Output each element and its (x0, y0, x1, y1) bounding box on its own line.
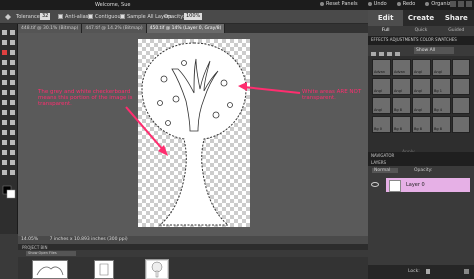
tab-document-447[interactable]: 447.tif @ 14.2% (Bitmap) (82, 24, 147, 33)
effects-panel-tabs[interactable]: EFFECTS ADJUSTMENTS COLOR SWATCHES (368, 36, 474, 45)
effect-thumb[interactable] (452, 97, 470, 114)
lock-icon[interactable] (426, 269, 430, 274)
effect-thumb[interactable]: Advan (372, 59, 391, 76)
reset-panels-button[interactable]: Reset Panels (320, 1, 358, 7)
effect-thumb[interactable]: Angl (412, 59, 431, 76)
document-tabs: 448.tif @ 30.1% (Bitmap) 447.tif @ 14.2%… (18, 24, 368, 33)
navigator-panel-header[interactable]: NAVIGATOR (368, 152, 474, 159)
opacity-field: 100% (184, 13, 203, 20)
effects-filter-select[interactable]: Show All (414, 47, 454, 54)
redo-icon (396, 2, 401, 6)
effect-thumb[interactable]: Angl (372, 78, 391, 95)
welcome-text: Welcome, Sue (95, 2, 131, 8)
show-files-select[interactable]: Show Open Files (26, 251, 76, 256)
redo-button[interactable]: Redo (396, 1, 415, 7)
maximize-icon[interactable] (458, 1, 464, 7)
submode-guided[interactable]: Guided (439, 26, 474, 36)
effect-thumb[interactable]: Angl (432, 59, 451, 76)
undo-icon (367, 2, 372, 6)
thumbnail-447[interactable] (94, 260, 114, 279)
effect-thumb[interactable]: Angl (392, 78, 411, 95)
tab-edit[interactable]: Edit (368, 10, 404, 26)
submode-full[interactable]: Full (368, 26, 403, 36)
tool-options-bar: Tolerance: 32 Anti-alias Contiguous Samp… (0, 10, 368, 24)
checkbox-icon (120, 14, 125, 19)
submode-quick[interactable]: Quick (403, 26, 438, 36)
organizer-icon (425, 2, 430, 6)
layer-opacity-label: Opacity: (414, 168, 433, 173)
eye-icon[interactable] (371, 182, 379, 187)
minimize-icon[interactable] (450, 1, 456, 7)
menu-bar: Welcome, Sue Reset Panels Undo Redo Orga… (0, 0, 474, 10)
checkbox-icon (88, 14, 93, 19)
annotation-arrows (125, 82, 301, 156)
project-bin-options: Show Open Files (18, 250, 368, 257)
effects-grid: Advan Advan Angl Angl Angl Angl Angl Bg … (368, 56, 474, 152)
tab-document-450[interactable]: 450.tif @ 14% (Layer 0, Gray/8) (146, 24, 226, 33)
layers-options: Normal Opacity: (368, 166, 474, 176)
tab-document-448[interactable]: 448.tif @ 30.1% (Bitmap) (18, 24, 83, 33)
photoshop-elements-window: Welcome, Sue Reset Panels Undo Redo Orga… (0, 0, 474, 279)
effect-thumb[interactable]: Bg 1 (432, 78, 451, 95)
lock-label: Lock: (408, 269, 420, 274)
close-icon[interactable] (466, 1, 472, 7)
zoom-level[interactable]: 14.05% (21, 237, 38, 242)
undo-button[interactable]: Undo (367, 1, 387, 7)
toolbox (0, 24, 18, 234)
effect-thumb[interactable]: Bg 0 (372, 116, 391, 133)
tolerance-label: Tolerance: (16, 14, 42, 20)
effect-thumb[interactable]: Bg 8 (392, 116, 411, 133)
project-bin (18, 257, 368, 279)
effect-thumb[interactable]: Advan (392, 59, 411, 76)
white-area-annotation: White areas ARE NOT transparent. (302, 89, 362, 101)
paint-bucket-tool-icon[interactable] (4, 13, 12, 23)
thumbnail-450-selected[interactable] (145, 259, 169, 279)
layer-selected-bg: Layer 0 (386, 178, 470, 192)
thumbnail-448[interactable] (32, 260, 68, 279)
reset-icon (320, 2, 324, 6)
tab-create[interactable]: Create (403, 10, 438, 26)
checkerboard-annotation: The grey and white checkerboard means th… (38, 89, 133, 107)
effect-thumb[interactable]: Bg 8 (432, 116, 451, 133)
effect-thumb[interactable] (452, 78, 470, 95)
contiguous-checkbox[interactable]: Contiguous (88, 14, 123, 20)
anti-alias-checkbox[interactable]: Anti-alias (58, 14, 88, 20)
layers-panel-header[interactable]: LAYERS (368, 159, 474, 166)
effect-thumb[interactable] (452, 116, 470, 133)
opacity-label: Opacity: (164, 14, 185, 20)
layer-thumbnail (389, 180, 401, 192)
edit-submodes: Full Quick Guided (368, 26, 474, 36)
effect-thumb[interactable]: Angl (372, 97, 391, 114)
trash-icon[interactable] (464, 269, 469, 274)
document-size: 7 inches x 10.893 inches (300 ppi) (49, 237, 128, 242)
effect-thumb[interactable]: Angl (412, 78, 431, 95)
canvas-workspace[interactable]: The grey and white checkerboard means th… (18, 33, 368, 236)
tab-share[interactable]: Share (439, 10, 474, 26)
effect-thumb[interactable]: Bg 8 (392, 97, 411, 114)
layer-row[interactable]: Layer 0 (368, 177, 474, 193)
layers-list-empty (368, 193, 474, 265)
effect-thumb[interactable] (452, 59, 470, 76)
checkbox-icon (58, 14, 63, 19)
status-bar: 14.05% 7 inches x 10.893 inches (300 ppi… (18, 236, 368, 244)
window-controls (450, 1, 472, 7)
menubar-actions: Reset Panels Undo Redo Organizer (320, 1, 456, 7)
tolerance-field: 32 (40, 13, 51, 20)
effect-thumb[interactable]: Bg 4 (432, 97, 451, 114)
effect-thumb[interactable]: Angl (412, 97, 431, 114)
blend-mode-select[interactable]: Normal (372, 168, 399, 173)
layers-bottom-bar: Lock: (368, 265, 474, 279)
layer-name: Layer 0 (406, 182, 425, 188)
effect-thumb[interactable]: Bg 8 (412, 116, 431, 133)
mode-tabs: Edit Create Share (368, 10, 474, 26)
tool-icons[interactable] (0, 24, 18, 234)
effects-toolbar: Show All (368, 45, 474, 57)
